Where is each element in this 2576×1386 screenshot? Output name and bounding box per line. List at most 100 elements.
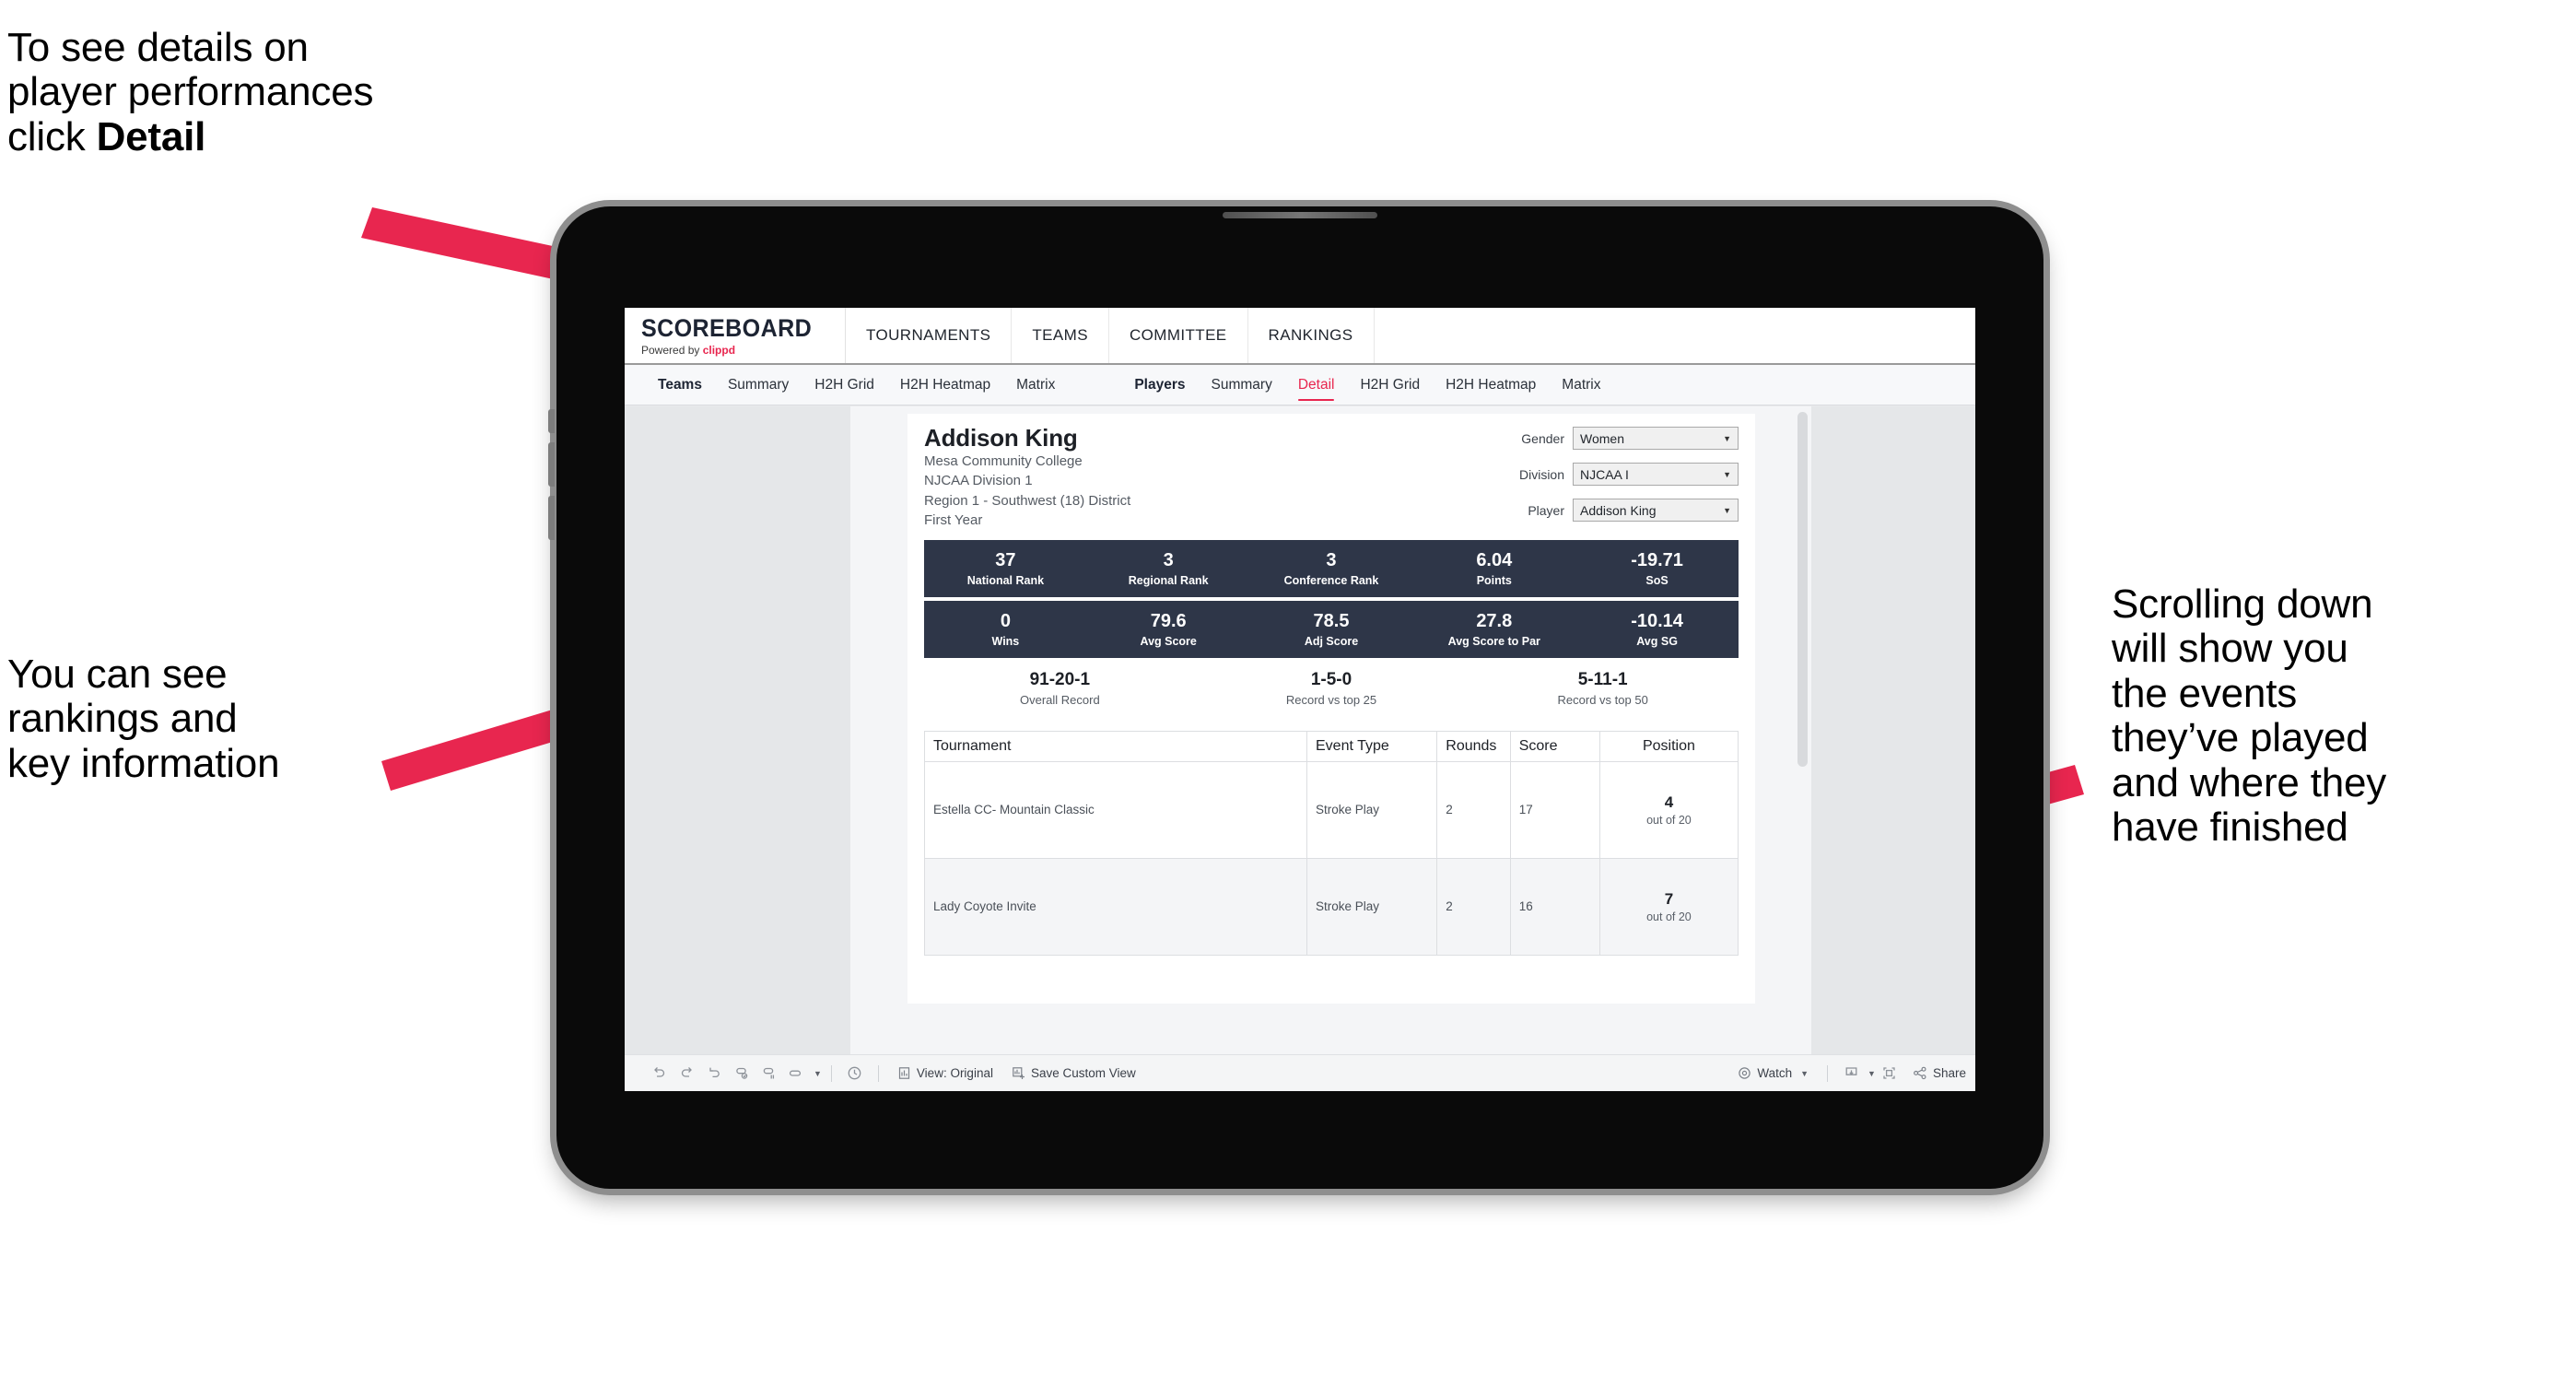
tab-players-h2h-heatmap[interactable]: H2H Heatmap <box>1433 365 1549 405</box>
stat-value: 3 <box>1163 549 1174 570</box>
tablet-side-buttons[interactable] <box>548 409 556 549</box>
record-vs-top-25: 1-5-0 Record vs top 25 <box>1196 670 1468 707</box>
player-school: Mesa Community College <box>924 453 1083 470</box>
stat-value: -19.71 <box>1631 549 1683 570</box>
tablet-button-1[interactable] <box>548 409 555 433</box>
filter-player-select[interactable]: Addison King ▼ <box>1573 499 1739 522</box>
column-header-rounds[interactable]: Rounds <box>1436 730 1511 762</box>
nav-item-teams[interactable]: TEAMS <box>1012 308 1109 363</box>
stat-regional-rank: 3 Regional Rank <box>1087 549 1250 587</box>
filter-division-select[interactable]: NJCAA I ▼ <box>1573 463 1739 486</box>
tab-players-summary[interactable]: Summary <box>1199 365 1285 405</box>
stat-label: Adj Score <box>1304 634 1359 648</box>
stat-sos: -19.71 SoS <box>1575 549 1739 587</box>
position-out-of: out of 20 <box>1646 910 1692 923</box>
annotation-left: You can see rankings and key information <box>7 652 280 786</box>
cell-score: 17 <box>1509 760 1600 859</box>
nav-item-committee[interactable]: COMMITTEE <box>1109 308 1248 363</box>
position-value: 7 <box>1664 890 1674 909</box>
share-label: Share <box>1932 1066 1966 1080</box>
column-header-position[interactable]: Position <box>1598 730 1739 762</box>
tablet-screen: SCOREBOARD Powered by clippd TOURNAMENTS… <box>625 308 1975 1091</box>
nav-item-tournaments[interactable]: TOURNAMENTS <box>846 308 1013 363</box>
filter-gender-value: Women <box>1580 430 1624 446</box>
stat-value: 27.8 <box>1476 610 1513 631</box>
cell-rounds: 2 <box>1436 760 1511 859</box>
dashboard-sheet: Addison King Mesa Community College NJCA… <box>850 406 1811 1054</box>
column-header-tournament[interactable]: Tournament <box>924 730 1307 762</box>
column-header-event-type[interactable]: Event Type <box>1306 730 1438 762</box>
filter-player-value: Addison King <box>1580 502 1657 518</box>
table-row[interactable]: Lady Coyote Invite Stroke Play 2 16 7 ou… <box>924 857 1739 956</box>
zoom-icon[interactable] <box>783 1060 811 1087</box>
position-out-of: out of 20 <box>1646 813 1692 827</box>
tab-teams-h2h-heatmap[interactable]: H2H Heatmap <box>887 365 1003 405</box>
pause-icon[interactable] <box>755 1060 783 1087</box>
stat-points: 6.04 Points <box>1412 550 1575 587</box>
tab-players-matrix[interactable]: Matrix <box>1549 365 1613 405</box>
save-view-icon <box>1012 1066 1025 1080</box>
filter-division-value: NJCAA I <box>1580 466 1629 482</box>
tab-teams-summary[interactable]: Summary <box>715 365 802 405</box>
bottom-toolbar: ▼ View: Original Save Custom View Watch … <box>625 1054 1975 1091</box>
tablet-speaker <box>1223 212 1377 218</box>
cell-tournament: Lady Coyote Invite <box>924 857 1307 956</box>
toolbar-divider <box>830 1064 832 1082</box>
save-custom-view-button[interactable]: Save Custom View <box>1002 1066 1145 1080</box>
player-class-year: First Year <box>924 512 983 528</box>
refresh-icon[interactable] <box>728 1060 755 1087</box>
player-detail-card: Addison King Mesa Community College NJCA… <box>907 414 1755 1004</box>
clock-icon[interactable] <box>841 1060 869 1087</box>
stat-avg-sg: -10.14 Avg SG <box>1575 611 1739 648</box>
filter-gender-select[interactable]: Women ▼ <box>1573 427 1739 450</box>
watch-button[interactable]: Watch ▼ <box>1728 1066 1818 1080</box>
stat-national-rank: 37 National Rank <box>924 550 1087 587</box>
clippd-brand: clippd <box>702 343 736 357</box>
tablet-button-2[interactable] <box>548 442 555 487</box>
brand-logo[interactable]: SCOREBOARD Powered by clippd <box>625 308 847 363</box>
save-custom-view-label: Save Custom View <box>1030 1066 1136 1080</box>
slide-canvas: To see details on player performances cl… <box>0 0 2576 1386</box>
toolbar-divider <box>1827 1064 1829 1082</box>
stat-value: 79.6 <box>1150 610 1187 631</box>
table-row[interactable]: Estella CC- Mountain Classic Stroke Play… <box>924 760 1739 859</box>
download-icon[interactable] <box>1837 1060 1865 1087</box>
filter-gender: Gender Women ▼ <box>1462 427 1739 450</box>
share-icon <box>1913 1066 1927 1080</box>
zoom-dropdown-caret-icon[interactable]: ▼ <box>814 1069 822 1078</box>
app-header: SCOREBOARD Powered by clippd TOURNAMENTS… <box>625 308 1975 365</box>
stat-label: Avg Score <box>1140 634 1197 648</box>
vertical-scrollbar[interactable] <box>1797 412 1808 767</box>
brand-name: SCOREBOARD <box>641 313 813 342</box>
chevron-down-icon: ▼ <box>1723 433 1731 443</box>
revert-icon[interactable] <box>700 1060 728 1087</box>
stat-label: Regional Rank <box>1128 573 1209 587</box>
stat-label: Points <box>1476 573 1512 587</box>
record-label: Record vs top 50 <box>1557 692 1648 707</box>
undo-icon[interactable] <box>645 1060 673 1087</box>
filter-gender-label: Gender <box>1521 430 1564 446</box>
tablet-button-3[interactable] <box>548 496 555 540</box>
chevron-down-icon: ▼ <box>1723 469 1731 479</box>
tab-players-h2h-grid[interactable]: H2H Grid <box>1347 365 1433 405</box>
view-original-button[interactable]: View: Original <box>888 1066 1002 1080</box>
download-caret-icon[interactable]: ▼ <box>1868 1069 1876 1078</box>
column-header-score[interactable]: Score <box>1509 730 1600 762</box>
stat-avg-score-to-par: 27.8 Avg Score to Par <box>1412 610 1575 648</box>
stat-label: Avg SG <box>1636 634 1678 648</box>
tab-group-players: Players Summary Detail H2H Grid H2H Heat… <box>1121 365 1613 405</box>
tab-players-detail[interactable]: Detail <box>1285 365 1348 405</box>
stat-label: Conference Rank <box>1283 573 1379 587</box>
nav-item-rankings[interactable]: RANKINGS <box>1248 308 1375 363</box>
share-button[interactable]: Share <box>1903 1066 1975 1080</box>
watch-icon <box>1738 1066 1751 1080</box>
cell-rounds: 2 <box>1436 857 1511 956</box>
redo-icon[interactable] <box>673 1060 700 1087</box>
tab-strip: Teams Summary H2H Grid H2H Heatmap Matri… <box>625 365 1975 405</box>
player-header: Addison King Mesa Community College NJCA… <box>907 414 1755 540</box>
tab-group-teams: Teams Summary H2H Grid H2H Heatmap Matri… <box>645 365 1068 405</box>
fullscreen-icon[interactable] <box>1876 1060 1903 1087</box>
player-name: Addison King <box>924 424 1078 452</box>
tab-teams-h2h-grid[interactable]: H2H Grid <box>802 365 887 405</box>
tab-teams-matrix[interactable]: Matrix <box>1003 365 1068 405</box>
